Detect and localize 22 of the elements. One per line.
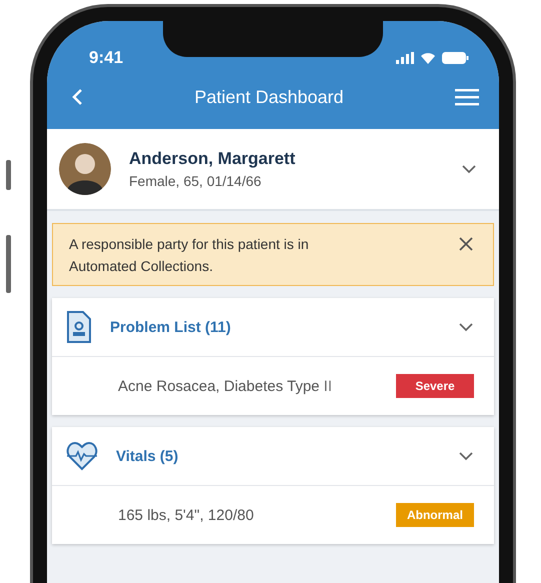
status-badge: Abnormal bbox=[396, 503, 474, 527]
alert-message: A responsible party for this patient is in Automated Collections. bbox=[69, 235, 310, 276]
section-title[interactable]: Vitals (5) bbox=[116, 448, 458, 464]
chevron-icon[interactable] bbox=[458, 322, 474, 332]
avatar bbox=[59, 143, 111, 195]
patient-details: Female, 65, 01/14/66 bbox=[129, 173, 262, 189]
signal-icon bbox=[396, 52, 414, 64]
battery-icon bbox=[442, 52, 469, 64]
status-badge: Severe bbox=[396, 374, 474, 398]
heart-icon bbox=[66, 441, 98, 471]
section-summary: Acne Rosacea, Diabetes Type II bbox=[118, 378, 334, 394]
screen-title: Patient Dashboard bbox=[194, 86, 344, 108]
document-icon bbox=[66, 311, 92, 343]
section-summary: 165 lbs, 5'4", 120/80 bbox=[118, 506, 255, 524]
status-time: 9:41 bbox=[89, 48, 124, 68]
section-title[interactable]: Problem List (11) bbox=[110, 318, 458, 336]
chevron-icon[interactable] bbox=[458, 451, 474, 461]
menu-button[interactable] bbox=[452, 86, 481, 108]
chevron-icon[interactable] bbox=[461, 164, 477, 174]
patient-name: Anderson, Margarett bbox=[129, 149, 296, 169]
close-icon[interactable] bbox=[459, 237, 473, 251]
wifi-icon bbox=[420, 52, 436, 64]
